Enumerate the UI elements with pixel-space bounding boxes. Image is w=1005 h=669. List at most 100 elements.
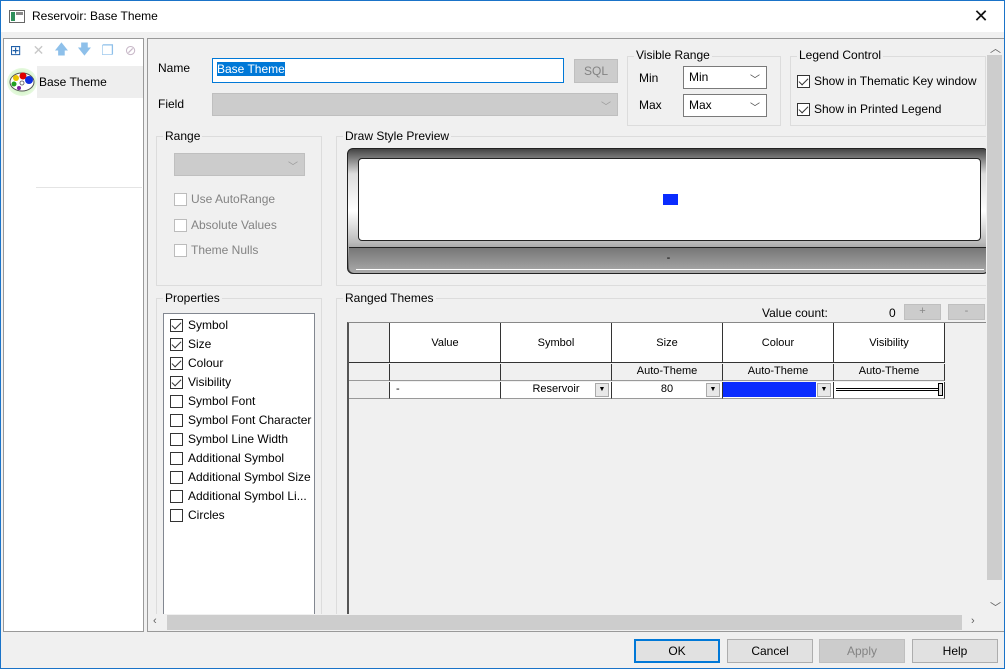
window-title: Reservoir: Base Theme bbox=[32, 9, 158, 23]
cell-size[interactable]: 80 ▼ bbox=[612, 382, 723, 399]
move-up-icon[interactable]: 🡅 bbox=[53, 41, 70, 59]
add-theme-icon[interactable]: ⊞ bbox=[7, 42, 24, 59]
column-header-size[interactable]: Size bbox=[612, 323, 723, 363]
scroll-right-icon[interactable]: › bbox=[971, 615, 975, 627]
dropdown-arrow-icon[interactable]: ▼ bbox=[817, 383, 831, 397]
cancel-button[interactable]: Cancel bbox=[727, 639, 813, 663]
theme-list-item[interactable]: Base Theme bbox=[5, 66, 143, 98]
column-header-value[interactable]: Value bbox=[390, 323, 501, 363]
checkbox-icon bbox=[170, 470, 183, 484]
vertical-scroll-thumb[interactable] bbox=[987, 55, 1002, 580]
scroll-down-icon[interactable]: ﹀ bbox=[990, 599, 1001, 615]
checkbox-icon bbox=[170, 394, 183, 408]
properties-list: Symbol Size Colour Visibility Symbol Font Sym… bbox=[163, 313, 315, 615]
delete-icon[interactable]: ✕ bbox=[30, 42, 47, 59]
scroll-left-icon[interactable]: ‹ bbox=[153, 615, 157, 627]
property-checkbox[interactable]: Size bbox=[170, 337, 211, 351]
property-checkbox[interactable]: Symbol Font Character bbox=[170, 413, 311, 427]
checkbox-icon bbox=[170, 337, 183, 351]
property-checkbox[interactable]: Additional Symbol bbox=[170, 451, 284, 465]
column-header-symbol[interactable]: Symbol bbox=[501, 323, 612, 363]
ok-button[interactable]: OK bbox=[634, 639, 720, 663]
ranged-themes-title: Ranged Themes bbox=[343, 291, 436, 305]
use-autorange-checkbox[interactable]: Use AutoRange bbox=[174, 192, 275, 206]
help-button[interactable]: Help bbox=[912, 639, 998, 663]
field-select[interactable]: ﹀ bbox=[212, 93, 618, 116]
show-thematic-key-checkbox[interactable]: Show in Thematic Key window bbox=[797, 74, 977, 88]
value-count-label: Value count: bbox=[762, 306, 828, 320]
property-checkbox[interactable]: Additional Symbol Li... bbox=[170, 489, 307, 503]
range-select[interactable]: ﹀ bbox=[174, 153, 305, 176]
legend-control-title: Legend Control bbox=[797, 48, 884, 62]
property-checkbox[interactable]: Additional Symbol Size bbox=[170, 470, 311, 484]
apply-button[interactable]: Apply bbox=[819, 639, 905, 663]
min-select[interactable]: Min ﹀ bbox=[683, 66, 767, 89]
chevron-down-icon: ﹀ bbox=[288, 162, 298, 173]
show-printed-legend-checkbox[interactable]: Show in Printed Legend bbox=[797, 102, 941, 116]
preview-caption: - bbox=[349, 247, 988, 273]
property-checkbox[interactable]: Visibility bbox=[170, 375, 231, 389]
absolute-values-checkbox[interactable]: Absolute Values bbox=[174, 218, 277, 232]
theme-nulls-checkbox[interactable]: Theme Nulls bbox=[174, 243, 258, 257]
range-title: Range bbox=[163, 129, 203, 143]
preview-canvas bbox=[358, 158, 981, 241]
field-label: Field bbox=[158, 97, 185, 111]
visibility-auto-theme-button[interactable]: Auto-Theme bbox=[834, 364, 945, 381]
visibility-slider-handle[interactable] bbox=[938, 383, 943, 396]
property-checkbox[interactable]: Symbol Font bbox=[170, 394, 255, 408]
theme-toolbar: ⊞ ✕ 🡅 🡇 ❐ ⊘ bbox=[7, 41, 139, 60]
close-button[interactable]: ✕ bbox=[958, 1, 1004, 32]
grid-corner bbox=[349, 323, 390, 363]
properties-title: Properties bbox=[163, 291, 222, 305]
chevron-down-icon: ﹀ bbox=[601, 102, 611, 113]
divider bbox=[36, 187, 142, 188]
property-checkbox[interactable]: Circles bbox=[170, 508, 225, 522]
dropdown-arrow-icon[interactable]: ▼ bbox=[595, 383, 609, 397]
checkbox-icon bbox=[797, 74, 810, 88]
preview-symbol bbox=[663, 194, 678, 205]
chevron-down-icon: ﹀ bbox=[750, 103, 760, 114]
column-header-visibility[interactable]: Visibility bbox=[834, 323, 945, 363]
checkbox-icon bbox=[170, 318, 183, 332]
checkbox-icon bbox=[170, 432, 183, 446]
checkbox-icon bbox=[174, 243, 187, 257]
cell-value[interactable]: - bbox=[390, 382, 501, 399]
horizontal-scrollbar[interactable]: ‹ › bbox=[148, 614, 986, 631]
checkbox-icon bbox=[170, 413, 183, 427]
property-checkbox[interactable]: Symbol Line Width bbox=[170, 432, 288, 446]
remove-value-button[interactable]: - bbox=[948, 304, 985, 320]
title-bar: Reservoir: Base Theme ✕ bbox=[1, 1, 1004, 32]
cell-symbol[interactable]: Reservoir ▼ bbox=[501, 382, 612, 399]
cell-visibility[interactable] bbox=[834, 382, 945, 399]
row-header[interactable] bbox=[349, 382, 390, 399]
add-value-button[interactable]: + bbox=[904, 304, 941, 320]
checkbox-icon bbox=[170, 375, 183, 389]
colour-auto-theme-button[interactable]: Auto-Theme bbox=[723, 364, 834, 381]
checkbox-icon bbox=[797, 102, 810, 116]
move-down-icon[interactable]: 🡇 bbox=[76, 41, 93, 59]
scroll-up-icon[interactable]: ︿ bbox=[990, 40, 1001, 56]
theme-label: Base Theme bbox=[39, 75, 107, 89]
ranged-themes-grid: Value Symbol Size Colour Visibility Auto… bbox=[347, 322, 989, 615]
max-select[interactable]: Max ﹀ bbox=[683, 94, 767, 117]
name-value: Base Theme bbox=[217, 62, 285, 76]
sql-button[interactable]: SQL bbox=[574, 59, 618, 83]
horizontal-scroll-thumb[interactable] bbox=[167, 615, 962, 630]
name-input[interactable]: Base Theme bbox=[212, 58, 564, 83]
checkbox-icon bbox=[170, 356, 183, 370]
checkbox-icon bbox=[170, 451, 183, 465]
copy-icon[interactable]: ❐ bbox=[99, 42, 116, 59]
checkbox-icon bbox=[170, 489, 183, 503]
property-checkbox[interactable]: Symbol bbox=[170, 318, 228, 332]
size-auto-theme-button[interactable]: Auto-Theme bbox=[612, 364, 723, 381]
property-checkbox[interactable]: Colour bbox=[170, 356, 223, 370]
vertical-scrollbar[interactable]: ︿ ﹀ bbox=[986, 39, 1003, 614]
min-label: Min bbox=[639, 71, 659, 85]
colour-swatch bbox=[723, 382, 816, 397]
disable-icon[interactable]: ⊘ bbox=[122, 42, 139, 59]
checkbox-icon bbox=[170, 508, 183, 522]
cell-colour[interactable]: ▼ bbox=[723, 382, 834, 399]
dropdown-arrow-icon[interactable]: ▼ bbox=[706, 383, 720, 397]
dialog-window: Reservoir: Base Theme ✕ ⊞ ✕ 🡅 🡇 ❐ ⊘ Base Them… bbox=[0, 0, 1005, 669]
column-header-colour[interactable]: Colour bbox=[723, 323, 834, 363]
